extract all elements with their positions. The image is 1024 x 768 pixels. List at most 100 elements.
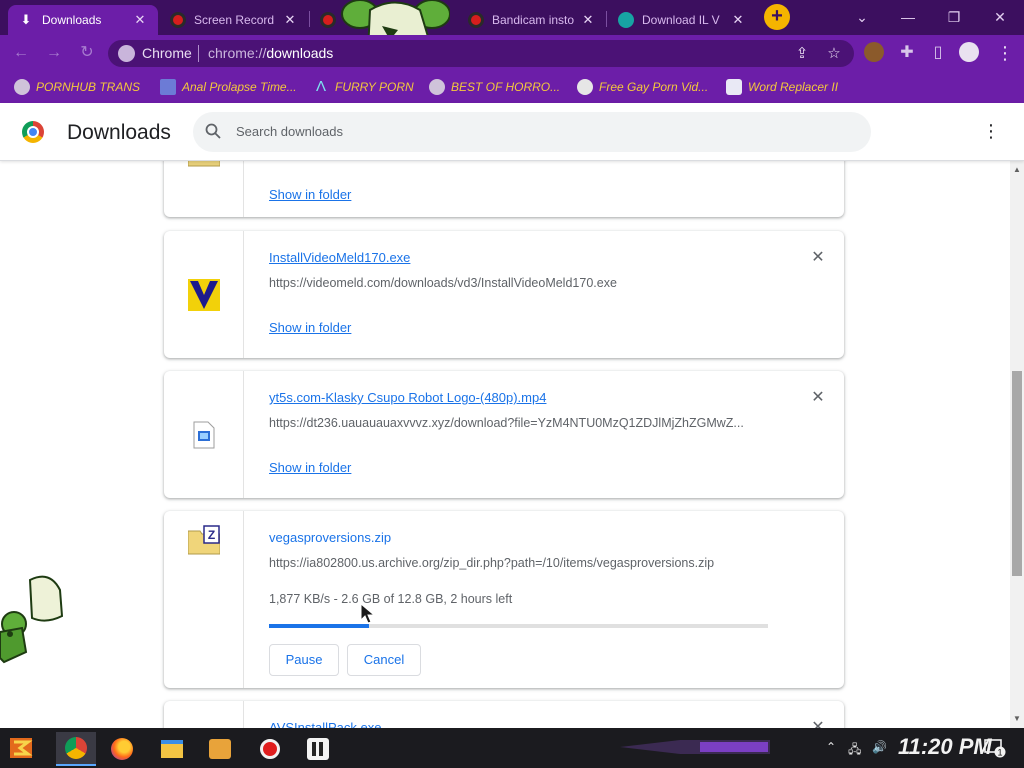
peridot-sticker-image	[0, 575, 64, 664]
search-downloads-input[interactable]: Search downloads	[193, 112, 871, 152]
tab-strip: ⬇ Downloads ✕ Screen Record ✕ Bandicam i…	[0, 0, 1024, 35]
media-player-taskbar-button[interactable]	[200, 732, 240, 766]
notification-count: 1	[997, 748, 1002, 758]
tab-title: Screen Record	[194, 13, 275, 27]
scroll-up-icon[interactable]: ▲	[1012, 165, 1022, 175]
remove-download-icon[interactable]: ✕	[810, 720, 826, 729]
tab-download-il[interactable]: Download IL V ✕	[608, 5, 756, 35]
extensions-puzzle-icon[interactable]: ✚	[896, 42, 918, 64]
tab-title: Bandicam insto	[492, 13, 575, 27]
file-name-link[interactable]: vegasproversions.zip	[269, 530, 391, 545]
site-label: Chrome	[142, 45, 192, 61]
notification-center-icon[interactable]: 1	[984, 738, 1006, 758]
bookmark-label: Anal Prolapse Time...	[182, 80, 297, 94]
file-explorer-taskbar-button[interactable]	[152, 732, 192, 766]
download-icon-column	[164, 161, 244, 217]
show-in-folder-link[interactable]: Show in folder	[269, 320, 351, 335]
scroll-down-icon[interactable]: ▼	[1012, 714, 1022, 724]
page-scrollbar[interactable]: ▲ ▼	[1010, 161, 1024, 728]
globe-icon	[429, 79, 445, 95]
file-source-url: https://dt236.uauauauaxvvvz.xyz/download…	[269, 416, 744, 430]
file-name-link[interactable]: yt5s.com-Klasky Csupo Robot Logo-(480p).…	[269, 390, 546, 405]
close-icon[interactable]: ✕	[730, 12, 746, 28]
tab-search-button[interactable]: ⌄	[842, 6, 882, 28]
forward-icon[interactable]: →	[43, 42, 65, 64]
browser-menu-icon[interactable]: ⋮	[996, 42, 1014, 64]
back-icon[interactable]: ←	[10, 42, 32, 64]
bookmark-item[interactable]: Λ FURRY PORN	[313, 78, 414, 96]
tray-overflow-icon[interactable]: ⌃	[826, 740, 836, 754]
pause-button[interactable]: Pause	[269, 644, 339, 676]
bookmark-star-icon[interactable]: ☆	[824, 44, 844, 64]
video-file-icon	[193, 421, 215, 449]
downloads-header: Downloads Search downloads ⋮	[0, 103, 1024, 161]
bookmark-label: FURRY PORN	[335, 80, 414, 94]
tab-bandicam[interactable]: Bandicam insto ✕	[458, 5, 606, 35]
profile-avatar-icon[interactable]	[959, 42, 979, 62]
bookmark-item[interactable]: Free Gay Porn Vid...	[577, 78, 708, 96]
a-logo-icon: Λ	[315, 78, 327, 95]
start-menu-icon[interactable]	[6, 734, 40, 762]
scrollbar-thumb[interactable]	[1012, 371, 1022, 576]
url-scheme: chrome://	[208, 45, 267, 61]
close-icon[interactable]: ✕	[580, 12, 596, 28]
show-in-folder-link[interactable]: Show in folder	[269, 460, 351, 475]
il-app-taskbar-button[interactable]	[298, 732, 338, 766]
bookmark-item[interactable]: Anal Prolapse Time...	[160, 78, 297, 96]
bookmark-label: PORNHUB TRANS	[36, 80, 141, 94]
extension-avatar-icon[interactable]	[864, 42, 884, 62]
mouse-cursor-icon	[360, 603, 376, 624]
download-progress-bar	[269, 624, 768, 628]
restore-button[interactable]: ❐	[934, 6, 974, 28]
bookmark-label: Free Gay Porn Vid...	[599, 80, 709, 94]
system-clock[interactable]: 11:20 PM	[898, 734, 992, 760]
windows-taskbar: ⌃ 🖧 🔊 11:20 PM 1	[0, 728, 1024, 768]
minimize-button[interactable]: —	[888, 6, 928, 28]
close-icon[interactable]: ✕	[282, 12, 298, 28]
downloads-list[interactable]: Show in folder InstallVideoMeld170.exe ✕…	[0, 161, 1010, 728]
firefox-icon	[111, 738, 133, 760]
media-player-icon	[209, 739, 231, 759]
window-close-button[interactable]: ✕	[980, 6, 1020, 28]
download-progress-text: 1,877 KB/s - 2.6 GB of 12.8 GB, 2 hours …	[269, 592, 513, 606]
chrome-taskbar-button[interactable]	[56, 732, 96, 766]
show-in-folder-link[interactable]: Show in folder	[269, 187, 351, 202]
network-icon[interactable]: 🖧	[848, 740, 861, 761]
close-icon[interactable]: ✕	[132, 12, 148, 28]
bandicam-icon	[260, 739, 280, 759]
firefox-taskbar-button[interactable]	[102, 732, 142, 766]
zip-folder-icon: Z	[188, 525, 220, 555]
bookmark-item[interactable]: BEST OF HORRO...	[429, 78, 560, 96]
remove-download-icon[interactable]: ✕	[810, 390, 826, 406]
chrome-icon	[65, 737, 87, 759]
new-tab-button[interactable]: +	[764, 4, 790, 30]
address-url[interactable]: chrome://downloads	[208, 45, 333, 61]
file-name-link[interactable]: AVSInstallPack.exe	[269, 720, 381, 728]
taskbar-skin-decoration	[620, 740, 770, 754]
file-name-link[interactable]: InstallVideoMeld170.exe	[269, 250, 410, 265]
remove-download-icon[interactable]: ✕	[810, 250, 826, 266]
download-icon: ⬇	[20, 12, 32, 27]
volume-icon[interactable]: 🔊	[872, 740, 887, 754]
download-card: Show in folder	[164, 161, 844, 217]
url-page: downloads	[266, 45, 334, 61]
address-bar[interactable]: Chrome chrome://downloads ⇪ ☆	[108, 40, 854, 67]
tab-screen-record[interactable]: Screen Record ✕	[160, 5, 308, 35]
tab-downloads[interactable]: ⬇ Downloads ✕	[8, 5, 158, 35]
download-icon-column	[164, 231, 244, 358]
cancel-button[interactable]: Cancel	[347, 644, 421, 676]
reload-icon[interactable]: ↻	[76, 42, 98, 64]
bookmark-item[interactable]: PORNHUB TRANS	[14, 78, 140, 96]
svg-text:Z: Z	[208, 528, 215, 542]
download-card: AVSInstallPack.exe ✕	[164, 701, 844, 728]
side-panel-icon[interactable]: ▯	[927, 42, 949, 64]
browser-toolbar: ← → ↻ Chrome chrome://downloads ⇪ ☆ ✚ ▯ …	[0, 35, 1024, 71]
bandicam-taskbar-button[interactable]	[250, 732, 290, 766]
download-card: InstallVideoMeld170.exe ✕ https://videom…	[164, 231, 844, 358]
search-icon	[205, 123, 221, 139]
share-icon[interactable]: ⇪	[792, 44, 812, 64]
more-actions-icon[interactable]: ⋮	[982, 120, 1000, 144]
bookmark-item[interactable]: Word Replacer II	[726, 78, 838, 96]
bookmarks-bar: PORNHUB TRANS Anal Prolapse Time... Λ FU…	[0, 71, 1024, 103]
tab-title: Download IL V	[642, 13, 720, 27]
